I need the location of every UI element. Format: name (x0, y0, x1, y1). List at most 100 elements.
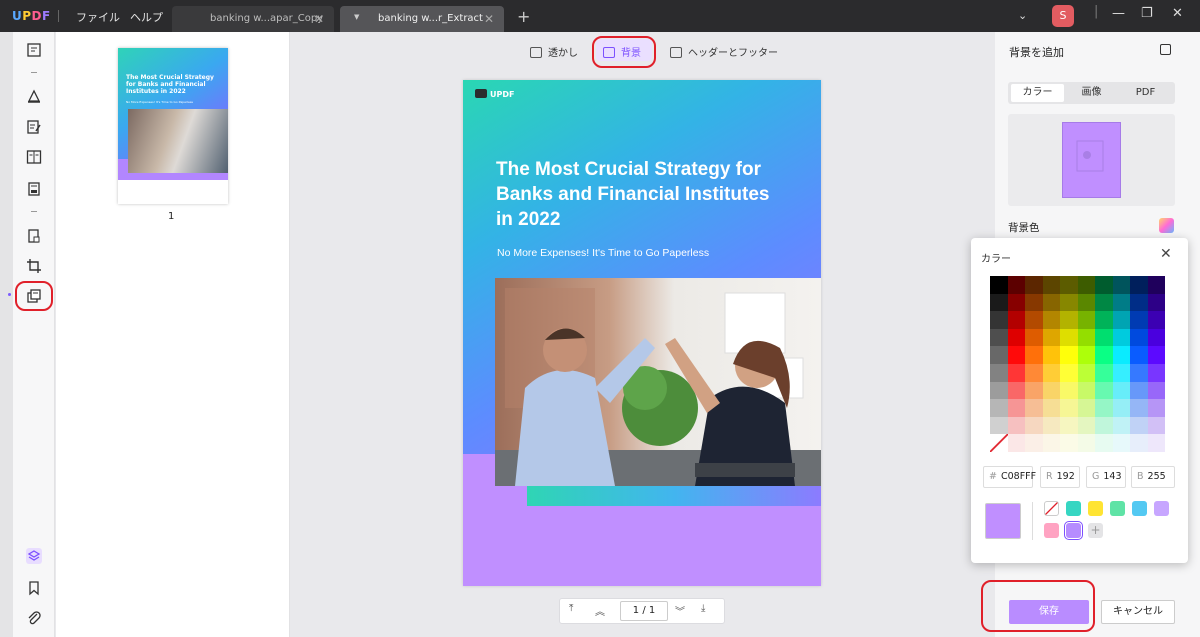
color-swatch[interactable] (1112, 328, 1130, 347)
page-tools-icon[interactable] (26, 288, 42, 304)
color-swatch[interactable] (1060, 364, 1078, 382)
color-swatch[interactable] (1147, 416, 1165, 435)
menu-help[interactable]: ヘルプ (130, 9, 163, 25)
color-swatch[interactable] (1147, 293, 1165, 312)
color-swatch[interactable] (1025, 311, 1043, 329)
color-swatch[interactable] (1060, 416, 1078, 435)
color-swatch[interactable] (1042, 416, 1060, 435)
preset-color-swatch[interactable] (1110, 501, 1125, 516)
color-swatch[interactable] (1060, 346, 1078, 364)
color-swatch[interactable] (1042, 293, 1060, 312)
edit-pdf-icon[interactable] (26, 119, 42, 135)
color-swatch[interactable] (1147, 311, 1165, 329)
color-swatch[interactable] (1095, 434, 1113, 452)
color-swatch[interactable] (1130, 311, 1148, 329)
color-swatch[interactable] (1077, 293, 1095, 312)
color-swatch[interactable] (1042, 328, 1060, 347)
green-field[interactable]: G 143 (1086, 466, 1126, 488)
window-close-icon[interactable]: ✕ (1172, 6, 1183, 21)
color-swatch[interactable] (990, 381, 1008, 400)
color-swatch[interactable] (1112, 416, 1130, 435)
add-tab-icon[interactable]: + (517, 7, 530, 26)
color-swatch[interactable] (990, 364, 1008, 382)
header-footer-tool[interactable]: ヘッダーとフッター (670, 44, 778, 59)
color-swatch[interactable] (1077, 381, 1095, 400)
preset-color-swatch[interactable] (1044, 523, 1059, 538)
layers-icon[interactable] (26, 548, 42, 564)
attachment-icon[interactable] (26, 610, 42, 626)
color-swatch[interactable] (1025, 364, 1043, 382)
form-icon[interactable] (26, 181, 42, 197)
color-swatch[interactable] (1077, 328, 1095, 347)
color-swatch[interactable] (1112, 381, 1130, 400)
color-swatch[interactable] (1042, 434, 1060, 452)
color-swatch[interactable] (1007, 399, 1025, 417)
color-swatch[interactable] (1112, 276, 1130, 294)
color-swatch[interactable] (1060, 293, 1078, 312)
color-swatch[interactable] (1077, 276, 1095, 294)
color-swatch[interactable] (1007, 328, 1025, 347)
color-swatch[interactable] (1007, 434, 1025, 452)
preset-color-swatch[interactable] (1066, 501, 1081, 516)
chevron-down-icon[interactable]: ⌄ (1018, 9, 1027, 22)
color-swatch[interactable] (1042, 346, 1060, 364)
color-swatch[interactable] (1025, 399, 1043, 417)
avatar[interactable]: S (1052, 5, 1074, 27)
color-swatch[interactable] (1147, 364, 1165, 382)
color-swatch[interactable] (1147, 399, 1165, 417)
color-swatch[interactable] (990, 311, 1008, 329)
close-icon[interactable]: ✕ (1160, 246, 1172, 262)
tab-banking-extract[interactable]: ▼ banking w...r_Extract ✕ (340, 6, 504, 32)
export-icon[interactable] (1160, 44, 1171, 55)
close-icon[interactable]: ✕ (484, 12, 494, 26)
color-swatch[interactable] (990, 416, 1008, 435)
color-swatch[interactable] (1095, 328, 1113, 347)
color-swatch[interactable] (1077, 399, 1095, 417)
color-swatch[interactable] (1112, 399, 1130, 417)
minimize-icon[interactable]: — (1112, 6, 1125, 21)
color-swatch[interactable] (1112, 311, 1130, 329)
color-swatch[interactable] (1025, 434, 1043, 452)
color-swatch[interactable] (1025, 346, 1043, 364)
watermark-tool[interactable]: 透かし (530, 44, 578, 59)
color-swatch[interactable] (1007, 346, 1025, 364)
color-swatch[interactable] (1095, 364, 1113, 382)
color-swatch[interactable] (1095, 293, 1113, 312)
color-swatch[interactable] (1060, 311, 1078, 329)
save-button[interactable]: 保存 (1009, 600, 1089, 624)
color-swatch[interactable] (1042, 311, 1060, 329)
color-swatch[interactable] (1112, 434, 1130, 452)
color-swatch[interactable] (1060, 399, 1078, 417)
color-swatch[interactable] (1077, 364, 1095, 382)
color-swatch[interactable] (1007, 276, 1025, 294)
hex-field[interactable]: # C08FFF (983, 466, 1036, 488)
color-swatch[interactable] (1130, 293, 1148, 312)
color-swatch[interactable] (1077, 311, 1095, 329)
tab-color[interactable]: カラー (1011, 84, 1064, 102)
preset-color-swatch[interactable] (1132, 501, 1147, 516)
document-page[interactable]: UPDF The Most Crucial Strategy for Banks… (463, 80, 821, 586)
blue-field[interactable]: B 255 (1131, 466, 1175, 488)
color-swatch[interactable] (1147, 328, 1165, 347)
close-icon[interactable]: ✕ (314, 12, 324, 26)
restore-icon[interactable]: ❐ (1141, 6, 1153, 21)
color-swatch[interactable] (1130, 399, 1148, 417)
color-swatch[interactable] (1042, 276, 1060, 294)
color-swatch[interactable] (1095, 381, 1113, 400)
menu-file[interactable]: ファイル (76, 9, 120, 25)
color-swatch[interactable] (990, 328, 1008, 347)
page-thumbnail[interactable]: The Most Crucial Strategy for Banks and … (118, 48, 228, 204)
color-swatch[interactable] (990, 276, 1008, 294)
color-swatch[interactable] (1077, 346, 1095, 364)
color-swatch[interactable] (1130, 381, 1148, 400)
first-page-icon[interactable]: ⤒ (569, 603, 573, 614)
last-page-icon[interactable]: ⤓ (701, 603, 705, 614)
cancel-button[interactable]: キャンセル (1101, 600, 1175, 624)
color-picker-button[interactable] (1159, 218, 1174, 233)
color-swatch[interactable] (1060, 381, 1078, 400)
protect-icon[interactable] (26, 228, 42, 244)
color-swatch[interactable] (1147, 434, 1165, 452)
prev-page-icon[interactable]: ︽ (595, 603, 605, 618)
color-swatch[interactable] (1025, 293, 1043, 312)
color-swatch[interactable] (1077, 416, 1095, 435)
